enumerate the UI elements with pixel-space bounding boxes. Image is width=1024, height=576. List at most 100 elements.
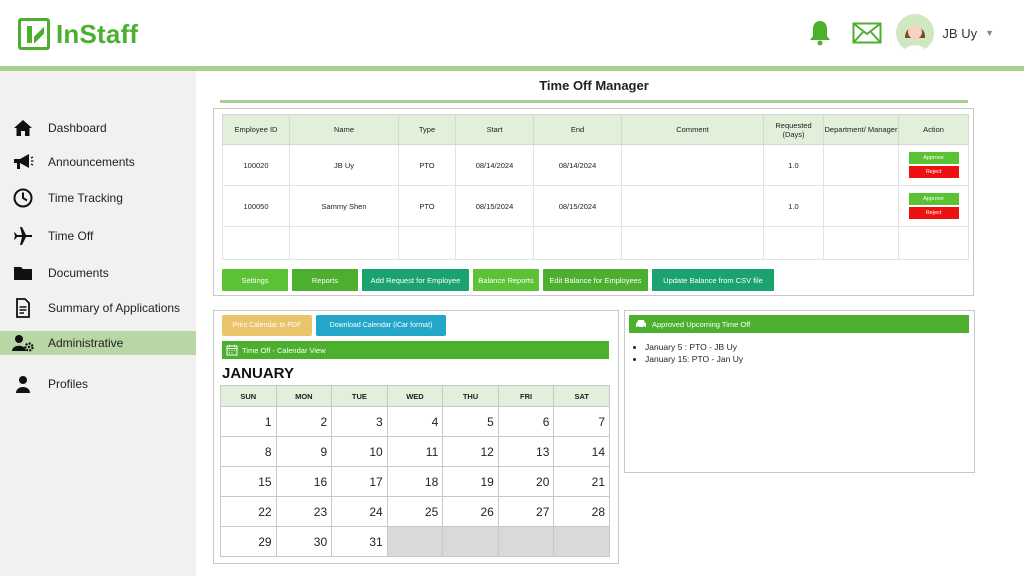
settings-button[interactable]: Settings [222,269,288,291]
table-row: 100020 JB Uy PTO 08/14/2024 08/14/2024 1… [222,144,969,186]
weekday-label: SAT [553,385,610,407]
print-calendar-pdf-button[interactable]: Print Calendar to PDF [222,315,312,336]
calendar-day[interactable]: 16 [275,466,333,497]
reject-button[interactable]: Reject [908,207,959,219]
cell-name: Sammy Shen [289,185,399,227]
calendar-day[interactable]: 5 [442,406,499,437]
column-header: Start [455,114,534,145]
calendar-day[interactable]: 11 [386,436,444,467]
calendar-day[interactable]: 2 [275,406,333,437]
calendar-panel: Print Calendar to PDF Download Calendar … [213,310,619,564]
avatar-icon [896,14,935,52]
sidebar-item-profiles[interactable]: Profiles [0,371,196,397]
calendar-view-header: Time Off - Calendar View [222,341,609,359]
calendar-day[interactable]: 3 [331,406,388,437]
calendar-day[interactable]: 6 [497,406,555,437]
update-balance-button[interactable]: Update Balance from CSV file [652,269,774,291]
cell-start: 08/15/2024 [455,185,534,227]
user-icon [12,373,34,395]
calendar-day[interactable]: 10 [331,436,388,467]
calendar-day[interactable]: 25 [386,496,444,527]
calendar-day[interactable]: 26 [442,496,499,527]
home-icon [12,117,34,139]
calendar-day[interactable]: 14 [553,436,610,467]
instaff-logo[interactable]: InStaff [18,18,138,50]
requests-table: Employee ID Name Type Start End Comment … [222,114,969,260]
cell-end: 08/14/2024 [533,144,622,186]
airplane-icon [12,225,34,247]
calendar-day[interactable]: 23 [275,496,333,527]
calendar-day[interactable]: 12 [442,436,499,467]
sidebar-item-label: Administrative [48,336,124,350]
megaphone-icon [12,151,34,173]
calendar-day[interactable]: 13 [497,436,555,467]
calendar-day[interactable]: 30 [275,526,333,557]
calendar-day[interactable]: 22 [220,496,277,527]
sidebar-item-documents[interactable]: Documents [0,260,196,286]
sidebar-item-time-off[interactable]: Time Off [0,223,196,249]
calendar-day-empty [497,526,555,557]
add-request-button[interactable]: Add Request for Employee [362,269,469,291]
sidebar-item-label: Time Off [48,229,94,243]
weekday-row: SUN MON TUE WED THU FRI SAT [220,385,610,407]
title-underline [220,100,968,103]
reports-button[interactable]: Reports [292,269,358,291]
calendar-month: JANUARY [222,365,294,382]
calendar-day[interactable]: 20 [497,466,555,497]
requests-panel: Employee ID Name Type Start End Comment … [213,108,974,296]
action-button-bar: Settings Reports Add Request for Employe… [222,269,778,291]
calendar-day[interactable]: 21 [553,466,610,497]
calendar-day[interactable]: 8 [220,436,277,467]
weekday-label: TUE [331,385,388,407]
calendar-day[interactable]: 7 [553,406,610,437]
cell-department [823,144,899,186]
calendar-day[interactable]: 4 [386,406,444,437]
approve-button[interactable]: Approve [908,193,959,205]
approve-button[interactable]: Approve [908,152,959,164]
calendar-day[interactable]: 15 [220,466,277,497]
bell-icon[interactable] [808,20,832,46]
list-item: January 5 : PTO - JB Uy [645,342,743,352]
sidebar-item-administrative[interactable]: Administrative [0,331,196,355]
calendar-day[interactable]: 17 [331,466,388,497]
balance-reports-button[interactable]: Balance Reports [473,269,539,291]
user-name[interactable]: JB Uy [942,26,977,41]
calendar-day[interactable]: 31 [331,526,388,557]
calendar-week: 8 9 10 11 12 13 14 [220,436,610,467]
calendar-grid: SUN MON TUE WED THU FRI SAT 1 2 3 4 5 6 … [220,385,610,557]
cell-department [823,185,899,227]
avatar[interactable] [896,14,935,52]
calendar-day[interactable]: 19 [442,466,499,497]
calendar-day[interactable]: 9 [275,436,333,467]
calendar-week: 29 30 31 [220,526,610,557]
cell-days: 1.0 [763,144,824,186]
table-row: 100050 Sammy Shen PTO 08/15/2024 08/15/2… [222,185,969,227]
sidebar-item-dashboard[interactable]: Dashboard [0,115,196,141]
chevron-down-icon[interactable]: ▼ [985,28,994,38]
edit-balance-button[interactable]: Edit Balance for Employees [543,269,648,291]
sidebar-item-time-tracking[interactable]: Time Tracking [0,185,196,211]
sidebar-item-label: Announcements [48,155,135,169]
column-header: Employee ID [222,114,290,145]
calendar-day[interactable]: 29 [220,526,277,557]
cell-action: Approve Reject [898,185,969,227]
user-cog-icon [12,332,34,354]
calendar-day[interactable]: 24 [331,496,388,527]
calendar-day[interactable]: 27 [497,496,555,527]
download-calendar-button[interactable]: Download Calendar (iCar format) [316,315,446,336]
weekday-label: SUN [220,385,277,407]
reject-button[interactable]: Reject [908,166,959,178]
weekday-label: WED [386,385,444,407]
calendar-day[interactable]: 28 [553,496,610,527]
calendar-week: 15 16 17 18 19 20 21 [220,466,610,497]
column-header: Comment [621,114,764,145]
mail-icon[interactable] [852,22,882,44]
logo-mark-icon [18,18,50,50]
cell-comment [621,144,764,186]
app-header: InStaff JB Uy ▼ [0,0,1024,66]
sidebar-item-label: Profiles [48,377,89,391]
sidebar-item-announcements[interactable]: Announcements [0,149,196,175]
calendar-day[interactable]: 18 [386,466,444,497]
calendar-day[interactable]: 1 [220,406,277,437]
sidebar-item-summary[interactable]: Summary of Applications [0,295,196,321]
